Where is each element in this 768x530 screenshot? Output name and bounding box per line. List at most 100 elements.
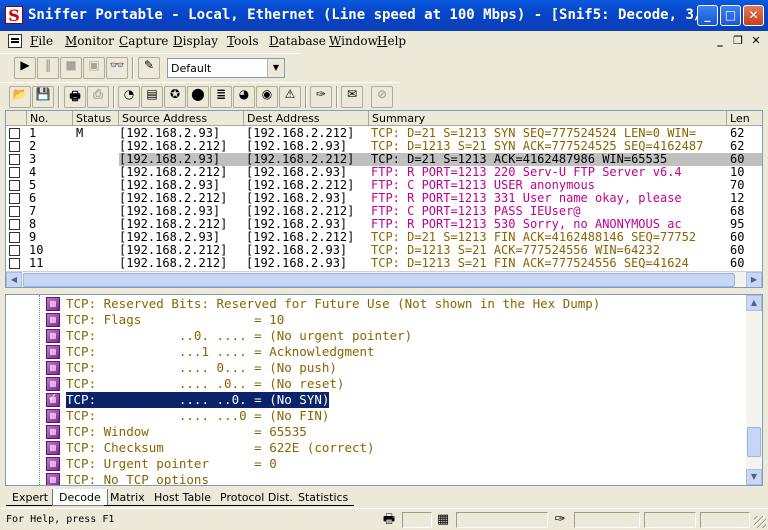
scroll-right-icon[interactable]: ▶ <box>746 272 762 287</box>
cell-no: 8 <box>29 218 37 231</box>
decode-line[interactable]: TCP: .... .0.. = (No reset) <box>6 376 746 392</box>
table-row[interactable]: 2 [192.168.2.212] [192.168.2.93] TCP: D=121… <box>6 140 762 153</box>
row-checkbox[interactable] <box>9 128 20 139</box>
document-icon[interactable] <box>8 34 22 48</box>
scroll-left-icon[interactable]: ◀ <box>6 272 22 287</box>
decode-line[interactable]: TCP: .... ...0 = (No FIN) <box>6 408 746 424</box>
filter-profile-select[interactable]: Default ▼ <box>167 58 285 78</box>
tab-decode[interactable]: Decode <box>52 489 108 506</box>
table-row[interactable]: 8 [192.168.2.212] [192.168.2.93] FTP: R POR… <box>6 218 762 231</box>
decode-line[interactable]: TCP: Reserved Bits: Reserved for Future … <box>6 296 746 312</box>
menu-monitor[interactable]: Monitor <box>65 34 114 48</box>
table-row[interactable]: 6 [192.168.2.212] [192.168.2.93] FTP: R POR… <box>6 192 762 205</box>
decode-line[interactable]: TCP: ...1 .... = Acknowledgment <box>6 344 746 360</box>
protocol-distribution-icon[interactable]: ◕ <box>233 86 255 108</box>
host-table-icon[interactable]: ▤ <box>141 86 163 108</box>
resize-grip-icon[interactable] <box>754 516 766 528</box>
scroll-down-icon[interactable]: ▼ <box>746 469 762 485</box>
menu-help[interactable]: Help <box>377 34 406 48</box>
history-samples-icon[interactable]: ≣ <box>210 86 232 108</box>
decode-line[interactable]: TCP: Urgent pointer = 0 <box>6 456 746 472</box>
column-status[interactable]: Status <box>73 111 119 126</box>
stop-icon[interactable]: ⊘ <box>371 86 393 108</box>
decode-line[interactable]: TCP: Window = 65535 <box>6 424 746 440</box>
global-statistics-icon[interactable]: ◉ <box>256 86 278 108</box>
table-row[interactable]: 11 [192.168.2.212] [192.168.2.93] TCP: D=12… <box>6 257 762 270</box>
table-row[interactable]: 1 M [192.168.2.93] [192.168.2.212] TCP: D=21… <box>6 127 762 140</box>
display-button[interactable]: 👓 <box>106 57 128 79</box>
row-checkbox[interactable] <box>9 141 20 152</box>
tab-expert[interactable]: Expert <box>6 489 55 506</box>
mdi-minimize-button[interactable]: _ <box>713 34 727 48</box>
column-dest-address[interactable]: Dest Address <box>244 111 369 126</box>
scroll-up-icon[interactable]: ▲ <box>746 295 762 311</box>
row-checkbox[interactable] <box>9 167 20 178</box>
column-len[interactable]: Len <box>727 111 762 126</box>
define-filter-button[interactable]: ✎ <box>138 57 160 79</box>
chevron-down-icon[interactable]: ▼ <box>267 59 284 77</box>
scroll-thumb[interactable] <box>23 273 735 287</box>
vertical-scrollbar[interactable]: ▲ ▼ <box>746 295 762 485</box>
print-preview-icon[interactable]: ⎙ <box>87 86 109 108</box>
menu-tools[interactable]: Tools <box>227 34 259 48</box>
table-row[interactable]: 3 [192.168.2.93] [192.168.2.212] TCP: D=21 … <box>6 153 762 166</box>
decode-line[interactable]: TCP: .... 0... = (No push) <box>6 360 746 376</box>
decode-line[interactable]: TCP: Checksum = 622E (correct) <box>6 440 746 456</box>
table-row[interactable]: 9 [192.168.2.93] [192.168.2.212] TCP: D=21 … <box>6 231 762 244</box>
decode-pane[interactable]: TCP: Reserved Bits: Reserved for Future … <box>5 294 763 486</box>
menu-display[interactable]: Display <box>173 34 218 48</box>
open-icon[interactable]: 📂 <box>9 86 31 108</box>
mdi-restore-button[interactable]: ❐ <box>731 34 745 48</box>
dashboard-icon[interactable]: ◔ <box>118 86 140 108</box>
decode-line[interactable]: ✓ TCP: .... ..0. = (No SYN) <box>6 391 746 409</box>
pause-capture-button[interactable]: ‖ <box>37 57 59 79</box>
tab-statistics[interactable]: Statistics <box>292 489 355 506</box>
row-checkbox[interactable] <box>9 154 20 165</box>
start-capture-button[interactable]: ▶ <box>14 57 36 79</box>
decode-line[interactable]: TCP: ..0. .... = (No urgent pointer) <box>6 328 746 344</box>
horizontal-scrollbar[interactable]: ◀ ▶ <box>6 271 762 287</box>
print-icon[interactable]: 🖶 <box>64 86 86 108</box>
column-source-address[interactable]: Source Address <box>119 111 244 126</box>
tab-matrix[interactable]: Matrix <box>104 489 151 506</box>
save-icon[interactable]: 💾 <box>32 86 54 108</box>
table-row[interactable]: 4 [192.168.2.212] [192.168.2.93] FTP: R POR… <box>6 166 762 179</box>
stop-capture-button[interactable]: ■ <box>60 57 82 79</box>
row-checkbox[interactable] <box>9 245 20 256</box>
menu-capture[interactable]: Capture <box>119 34 168 48</box>
row-checkbox[interactable] <box>9 206 20 217</box>
row-checkbox[interactable] <box>9 219 20 230</box>
stop-and-display-button[interactable]: ▣ <box>83 57 105 79</box>
maximize-button[interactable]: □ <box>720 5 741 26</box>
mdi-close-button[interactable]: ✕ <box>749 34 763 48</box>
tab-protocol-dist[interactable]: Protocol Dist. <box>214 489 299 506</box>
alarm-log-icon[interactable]: ⚠ <box>279 86 301 108</box>
scroll-thumb[interactable] <box>747 427 761 457</box>
minimize-button[interactable]: _ <box>697 5 718 26</box>
sniffer-app-icon[interactable]: S <box>5 6 23 25</box>
address-book-icon[interactable]: ✉ <box>341 86 363 108</box>
menu-window[interactable]: Window <box>329 34 378 48</box>
menu-file[interactable]: File <box>30 34 53 48</box>
tab-host-table[interactable]: Host Table <box>148 489 217 506</box>
row-checkbox[interactable] <box>9 232 20 243</box>
application-response-icon[interactable]: ⬤ <box>187 86 209 108</box>
column-checkbox[interactable] <box>6 111 27 126</box>
decode-line[interactable]: TCP: No TCP options <box>6 472 746 485</box>
ping-icon: ✑ <box>554 512 566 527</box>
column-no[interactable]: No. <box>27 111 73 126</box>
packet-list[interactable]: No. Status Source Address Dest Address S… <box>5 110 763 288</box>
column-summary[interactable]: Summary <box>369 111 727 126</box>
table-row[interactable]: 5 [192.168.2.93] [192.168.2.212] FTP: C POR… <box>6 179 762 192</box>
row-checkbox[interactable] <box>9 193 20 204</box>
row-checkbox[interactable] <box>9 180 20 191</box>
close-button[interactable]: ✕ <box>743 5 764 26</box>
matrix-icon[interactable]: ✪ <box>164 86 186 108</box>
menu-database[interactable]: Database <box>269 34 326 48</box>
row-checkbox[interactable] <box>9 258 20 269</box>
cell-dest-address: [192.168.2.212] <box>246 231 355 244</box>
table-row[interactable]: 7 [192.168.2.93] [192.168.2.212] FTP: C POR… <box>6 205 762 218</box>
decode-line[interactable]: TCP: Flags = 10 <box>6 312 746 328</box>
ping-icon[interactable]: ✑ <box>310 86 332 108</box>
table-row[interactable]: 10 [192.168.2.212] [192.168.2.93] TCP: D=12… <box>6 244 762 257</box>
